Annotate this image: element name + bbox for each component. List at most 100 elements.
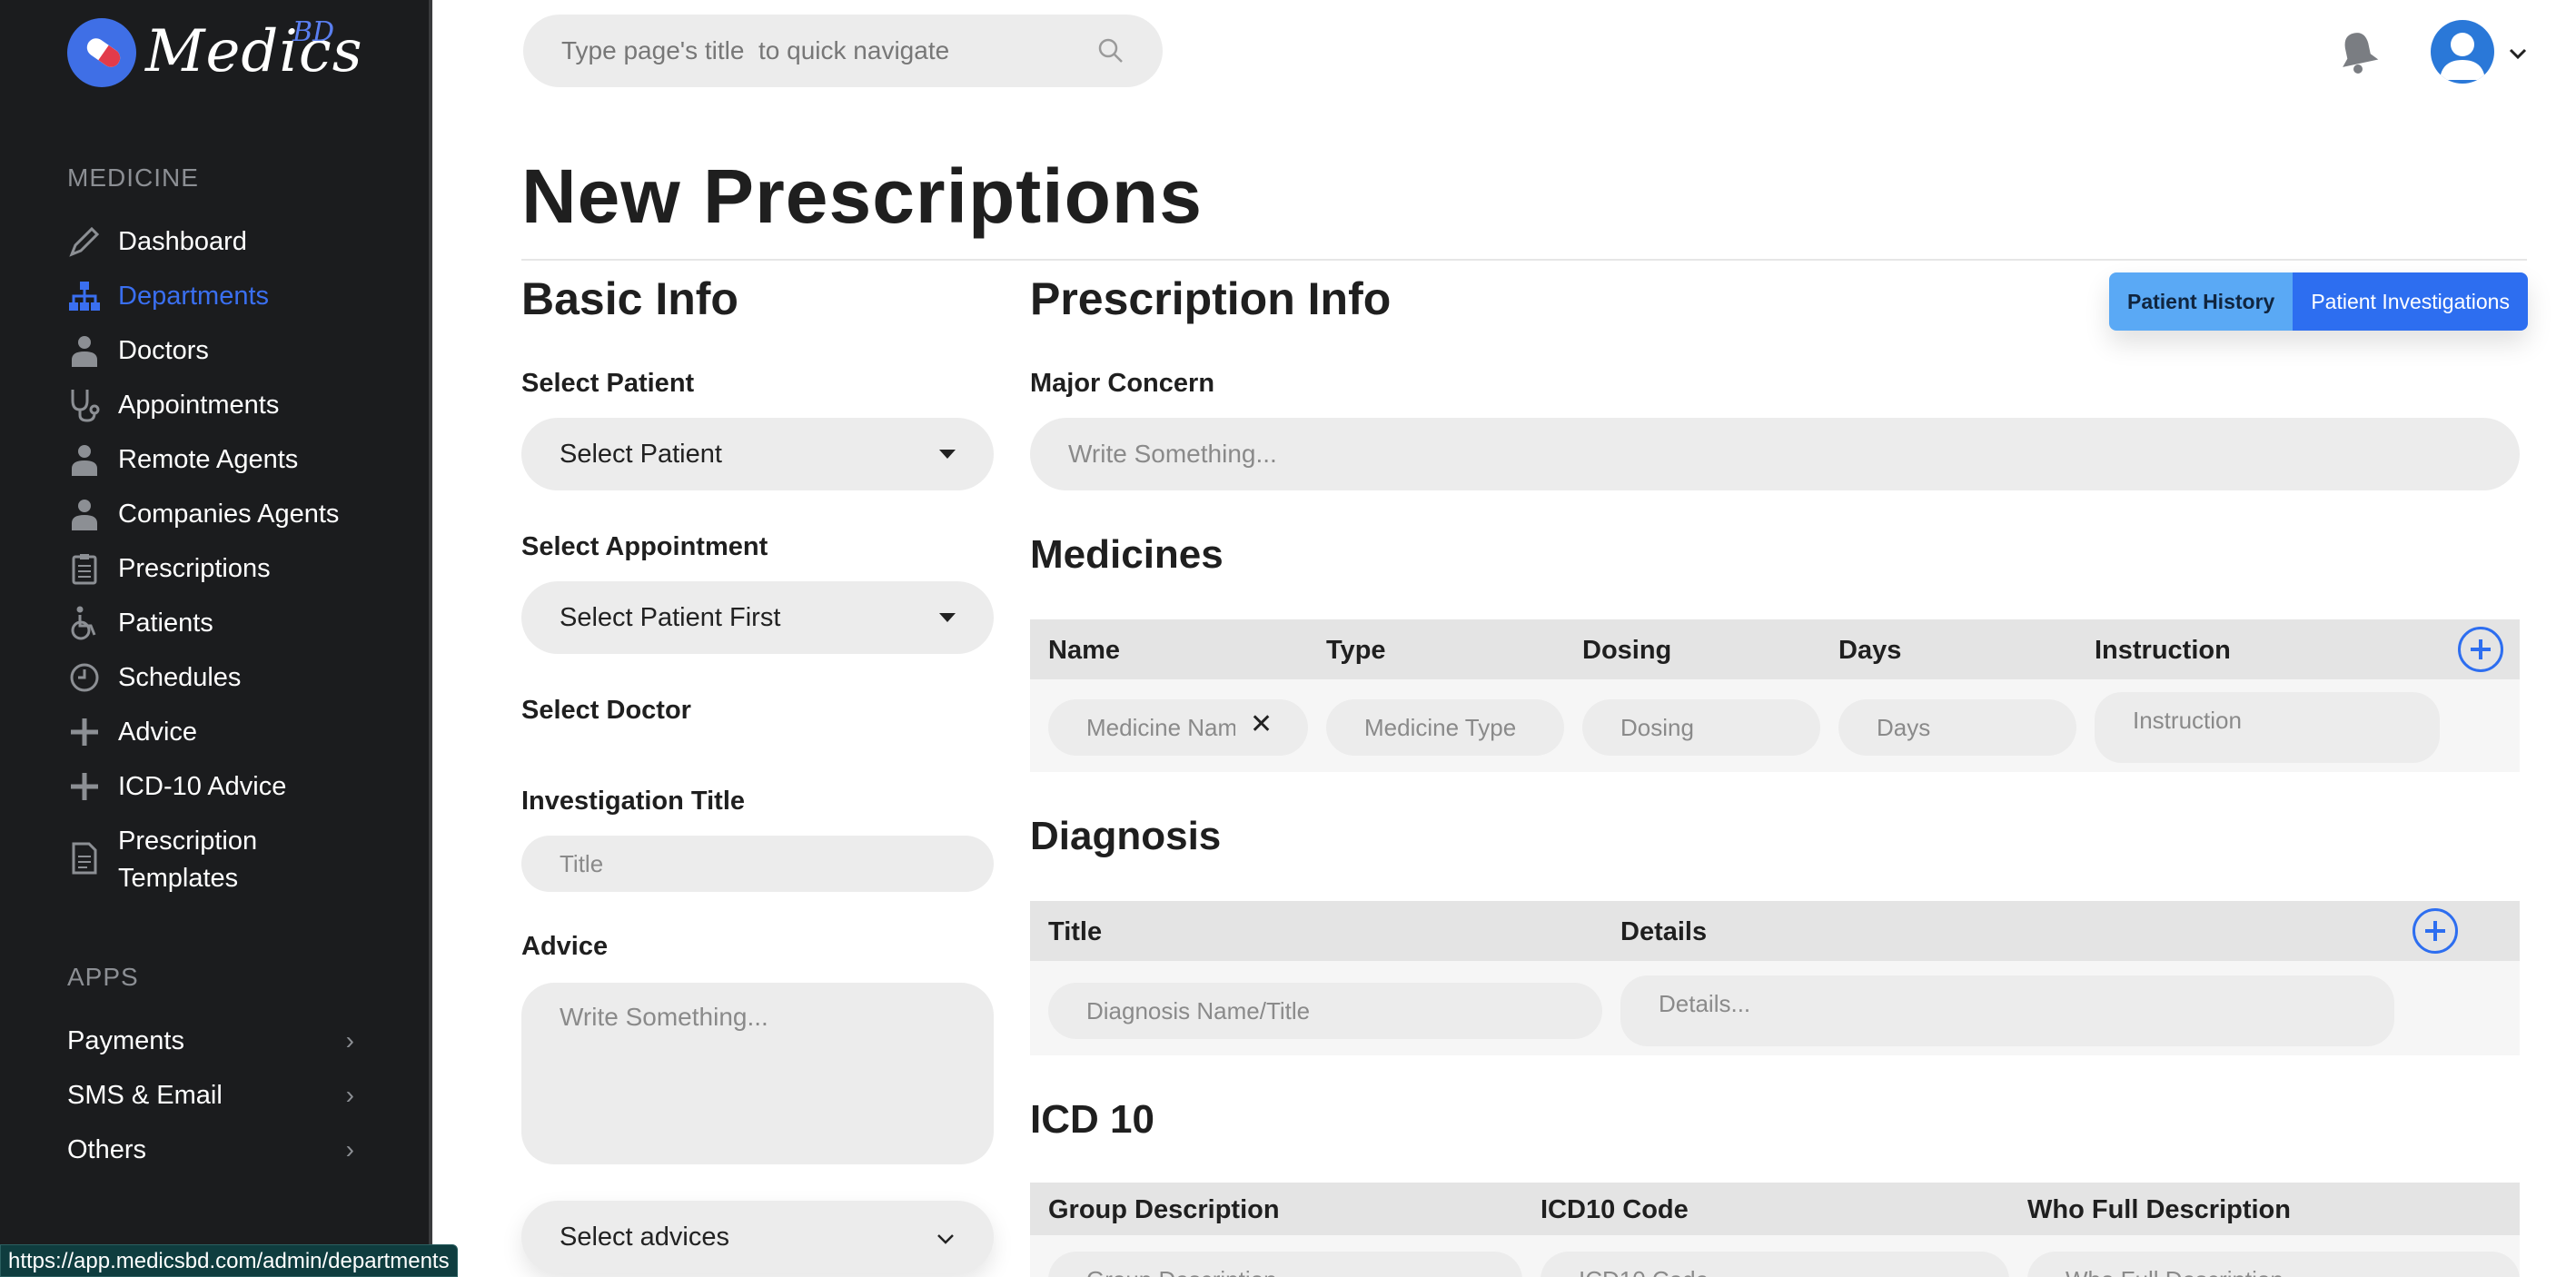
sidebar-item-departments[interactable]: Departments [67,271,269,322]
sidebar-item-remote-agents[interactable]: Remote Agents [67,434,298,485]
select-advices-value: Select advices [560,1222,729,1252]
sidebar-item-icd10-advice[interactable]: ICD-10 Advice [67,761,286,812]
sidebar-app-others[interactable]: Others › [67,1124,354,1175]
advice-label: Advice [521,932,609,961]
sitemap-icon [67,279,102,313]
sidebar-item-advice[interactable]: Advice [67,707,197,757]
prescription-info-heading: Prescription Info [1030,273,1392,324]
medicines-table-header: Name Type Dosing Days Instruction [1030,619,2520,679]
investigation-title-input[interactable] [521,836,994,892]
sidebar-item-label: Departments [118,281,270,311]
sidebar-item-dashboard[interactable]: Dashboard [67,216,247,267]
caret-down-icon [939,450,956,459]
group-description-input[interactable] [1048,1252,1522,1277]
search-icon[interactable] [1097,37,1125,64]
sidebar-item-appointments[interactable]: Appointments [67,380,279,431]
patient-history-button[interactable]: Patient History [2109,272,2294,331]
agent-icon [67,442,102,477]
diagnosis-details-input[interactable] [1620,975,2394,1046]
sidebar-item-doctors[interactable]: Doctors [67,325,209,376]
icd10-table-header: Group Description ICD10 Code Who Full De… [1030,1183,2520,1235]
avatar[interactable] [2431,20,2494,84]
clock-icon [67,660,102,695]
sidebar-item-label: ICD-10 Advice [118,771,287,801]
investigation-title-label: Investigation Title [521,787,746,816]
logo[interactable]: Medics BD [67,16,362,98]
select-advices-dropdown[interactable]: Select advices [521,1201,994,1273]
clear-icon[interactable]: ✕ [1250,708,1273,740]
stethoscope-icon [67,388,102,422]
select-appointment-value: Select Patient First [560,602,781,632]
caret-down-icon [939,613,956,622]
doctor-icon [67,333,102,368]
quick-navigate-search [523,15,1163,87]
sidebar-item-label: Advice [118,717,198,747]
sidebar-item-label: Patients [118,608,213,638]
section-label-apps: APPS [67,963,139,991]
add-medicine-icon[interactable] [2458,627,2503,672]
sidebar-item-label: Doctors [118,335,209,365]
sidebar-item-label: Prescriptions [118,553,271,583]
page-title: New Prescriptions [521,153,1203,239]
chevron-down-icon [936,1223,956,1252]
status-bar-url: https://app.medicsbd.com/admin/departmen… [0,1244,458,1277]
major-concern-input[interactable] [1030,418,2520,490]
days-input[interactable] [1838,699,2076,756]
sidebar-item-label: Remote Agents [118,444,299,474]
patient-actions-group: Patient History Patient Investigations [2109,272,2528,331]
wheelchair-icon [67,606,102,640]
sidebar: Medics BD MEDICINE Dashboard Departments… [0,0,429,1277]
icd10-heading: ICD 10 [1030,1097,1154,1142]
icd10-code-input[interactable] [1541,1252,2009,1277]
chevron-right-icon: › [345,1026,354,1054]
diagnosis-table-header: Title Details [1030,901,2520,961]
sidebar-item-companies-agents[interactable]: Companies Agents [67,489,339,540]
medicine-type-input[interactable] [1326,699,1564,756]
clipboard-icon [67,551,102,586]
column-header-type: Type [1326,636,1386,665]
sidebar-app-payments[interactable]: Payments › [67,1015,354,1066]
column-header-details: Details [1620,917,1708,946]
select-patient-value: Select Patient [560,439,722,469]
column-header-group-description: Group Description [1048,1195,1280,1224]
select-patient-label: Select Patient [521,369,695,398]
advice-textarea[interactable] [521,983,994,1164]
diagnosis-title-input[interactable] [1048,983,1602,1039]
sidebar-item-label: Schedules [118,662,242,692]
logo-superscript: BD [292,16,335,48]
section-label-medicine: MEDICINE [67,163,199,192]
column-header-who-full-description: Who Full Description [2027,1195,2291,1224]
medicines-heading: Medicines [1030,532,1224,577]
sidebar-app-label: SMS & Email [67,1080,223,1110]
major-concern-label: Major Concern [1030,369,1215,398]
column-header-icd10-code: ICD10 Code [1541,1195,1689,1224]
sidebar-item-schedules[interactable]: Schedules [67,652,241,703]
column-header-instruction: Instruction [2095,636,2231,665]
sidebar-item-patients[interactable]: Patients [67,598,213,648]
select-patient-dropdown[interactable]: Select Patient [521,418,994,490]
search-input[interactable] [561,36,1097,65]
sidebar-divider [429,0,432,1277]
add-diagnosis-icon[interactable] [2413,908,2458,954]
chevron-right-icon: › [345,1135,354,1163]
instruction-input[interactable] [2095,692,2440,763]
sidebar-app-sms-email[interactable]: SMS & Email › [67,1070,354,1121]
column-header-days: Days [1838,636,1902,665]
sidebar-app-label: Payments [67,1025,184,1055]
bell-icon[interactable] [2336,29,2380,74]
sidebar-item-prescriptions[interactable]: Prescriptions [67,543,271,594]
basic-info-heading: Basic Info [521,273,738,324]
patient-investigations-button[interactable]: Patient Investigations [2293,272,2528,331]
agent-icon [67,497,102,531]
sidebar-item-prescription-templates[interactable]: Prescription Templates [67,823,318,897]
title-divider [521,259,2527,261]
pen-icon [67,224,102,259]
chevron-down-icon[interactable] [2509,42,2527,65]
select-appointment-dropdown[interactable]: Select Patient First [521,581,994,654]
document-icon [67,841,102,876]
dosing-input[interactable] [1582,699,1820,756]
select-doctor-label: Select Doctor [521,696,691,725]
plus-icon [67,769,102,804]
sidebar-item-label: Prescription Templates [118,827,258,893]
who-full-description-input[interactable] [2027,1252,2520,1277]
